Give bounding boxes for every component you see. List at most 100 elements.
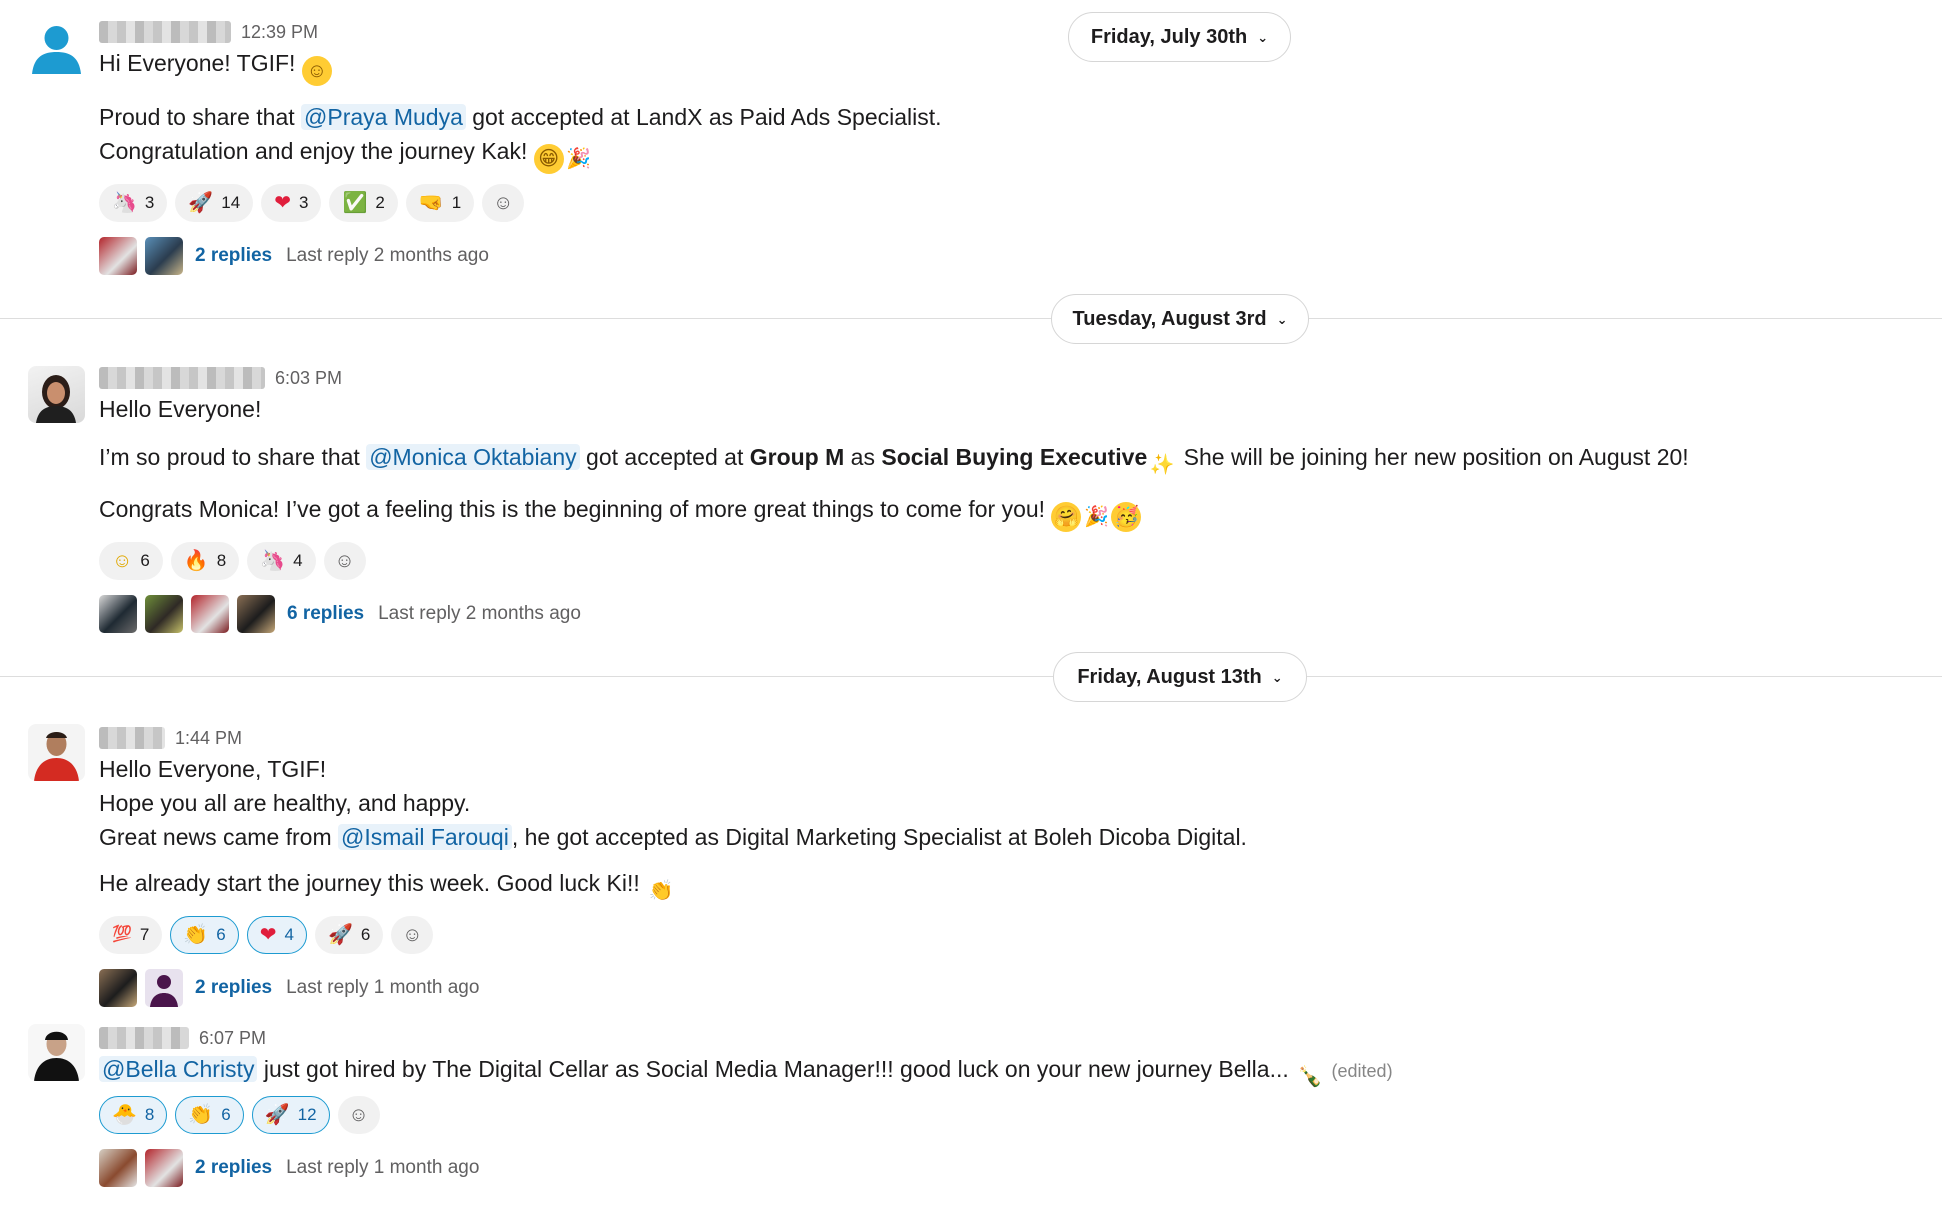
text: as [844, 444, 882, 470]
last-reply-text: Last reply 1 month ago [286, 977, 480, 998]
timestamp[interactable]: 1:44 PM [175, 728, 242, 749]
reply-avatar [145, 1149, 183, 1187]
date-label: Friday, August 13th [1077, 665, 1262, 688]
hundred-icon: 💯 [112, 926, 132, 943]
sender-name-redacted[interactable] [99, 21, 231, 43]
add-emoji-icon: ☺ [402, 923, 423, 946]
sparkles-icon: ✨ [1149, 454, 1175, 476]
message-body: 6:07 PM @Bella Christy just got hired by… [99, 1024, 1922, 1188]
user-photo-icon [34, 732, 79, 781]
reaction-rainbow-unicorn[interactable]: 🦄 4 [247, 542, 316, 580]
reaction-check-mark[interactable]: ✅ 2 [329, 184, 398, 222]
party-popper-icon: 🎉 [1084, 506, 1109, 528]
reply-avatar [145, 237, 183, 275]
text: I’m so proud to share that [99, 444, 367, 470]
avatar[interactable] [28, 724, 85, 781]
message-feed: Friday, July 30th ⌄ 12:39 PM Hi Everyone… [0, 0, 1942, 1206]
reaction-clapping-hands[interactable]: 👏 6 [170, 916, 239, 954]
reaction-hundred[interactable]: 💯 7 [99, 916, 163, 954]
reaction-count: 3 [144, 193, 155, 212]
default-user-icon [32, 26, 81, 74]
message-text: Hope you all are healthy, and happy. [99, 786, 1922, 820]
clapping-hands-icon: 👏 [648, 880, 674, 902]
last-reply-text: Last reply 2 months ago [378, 603, 581, 624]
message-text: @Bella Christy just got hired by The Dig… [99, 1052, 1922, 1092]
date-jump-button[interactable]: Friday, August 13th ⌄ [1053, 652, 1307, 702]
replies-link[interactable]: 2 replies [195, 1157, 272, 1179]
reaction-rocket[interactable]: 🚀 6 [315, 916, 384, 954]
user-photo-icon [34, 1031, 79, 1081]
timestamp[interactable]: 12:39 PM [241, 22, 318, 43]
reaction-rocket[interactable]: 🚀 12 [251, 1096, 330, 1134]
user-mention[interactable]: @Bella Christy [99, 1056, 258, 1082]
text: Hello Everyone, TGIF! [99, 756, 327, 782]
reaction-count: 3 [298, 193, 309, 212]
add-reaction-button[interactable]: ☺ [323, 542, 366, 580]
text: Hope you all are healthy, and happy. [99, 790, 471, 816]
hugging-face-icon: 🤗 [1051, 502, 1082, 532]
chevron-down-icon: ⌄ [1271, 670, 1283, 685]
partying-face-icon: 🥳 [1111, 502, 1142, 532]
user-mention[interactable]: @Praya Mudya [301, 104, 466, 130]
avatar[interactable] [28, 366, 85, 423]
sender-name-redacted[interactable] [99, 367, 265, 389]
sender-name-redacted[interactable] [99, 727, 165, 749]
thread-summary[interactable]: 2 replies Last reply 2 months ago [99, 236, 1922, 276]
last-reply-text: Last reply 2 months ago [286, 245, 489, 266]
thread-summary[interactable]: 2 replies Last reply 1 month ago [99, 1148, 1922, 1188]
reactions-bar: ☺ 6 🔥 8 🦄 4 ☺ [99, 542, 1922, 580]
replies-link[interactable]: 6 replies [287, 603, 364, 625]
text: , he got accepted as Digital Marketing S… [511, 824, 1247, 850]
message-text: He already start the journey this week. … [99, 866, 1922, 906]
date-divider [0, 676, 1942, 677]
smile-icon: ☺ [112, 550, 133, 572]
reaction-fire[interactable]: 🔥 8 [170, 542, 240, 580]
user-photo-icon [36, 375, 76, 423]
timestamp[interactable]: 6:03 PM [275, 368, 342, 389]
fist-bump-icon: 🤜 [418, 192, 444, 214]
reaction-clapping-hands[interactable]: 👏 6 [175, 1096, 244, 1134]
reaction-count: 4 [293, 551, 303, 570]
reaction-smile[interactable]: ☺ 6 [99, 542, 163, 580]
reaction-count: 6 [221, 1105, 231, 1124]
replies-link[interactable]: 2 replies [195, 977, 272, 999]
reaction-rainbow-unicorn[interactable]: 🦄 3 [99, 184, 168, 222]
message-text: Hello Everyone, TGIF! [99, 752, 1922, 786]
add-emoji-icon: ☺ [348, 1103, 369, 1126]
add-emoji-icon: ☺ [334, 549, 355, 572]
replies-link[interactable]: 2 replies [195, 245, 272, 267]
add-emoji-icon: ☺ [492, 191, 514, 214]
user-mention[interactable]: @Ismail Farouqi [338, 824, 512, 850]
reaction-hatching-chick[interactable]: 🐣 8 [99, 1096, 168, 1134]
message-header: 1:44 PM [99, 724, 1922, 752]
rainbow-unicorn-icon: 🦄 [260, 550, 286, 572]
hatching-chick-icon: 🐣 [112, 1104, 137, 1126]
avatar[interactable] [28, 18, 85, 75]
bold-text: Social Buying Executive [881, 444, 1148, 470]
timestamp[interactable]: 6:07 PM [199, 1028, 266, 1049]
add-reaction-button[interactable]: ☺ [482, 184, 525, 222]
rocket-icon: 🚀 [188, 192, 214, 214]
reaction-fist-bump[interactable]: 🤜 1 [405, 184, 475, 222]
avatar[interactable] [28, 1024, 85, 1081]
rainbow-unicorn-icon: 🦄 [112, 192, 137, 214]
sender-name-redacted[interactable] [99, 1027, 189, 1049]
thread-summary[interactable]: 2 replies Last reply 1 month ago [99, 968, 1922, 1008]
message-header: 6:07 PM [99, 1024, 1922, 1052]
date-jump-button[interactable]: Tuesday, August 3rd ⌄ [1051, 294, 1309, 344]
add-reaction-button[interactable]: ☺ [391, 916, 434, 954]
thread-summary[interactable]: 6 replies Last reply 2 months ago [99, 594, 1922, 634]
reaction-heart[interactable]: ❤ 4 [246, 916, 307, 954]
reactions-bar: 🐣 8 👏 6 🚀 12 ☺ [99, 1096, 1922, 1134]
reaction-rocket[interactable]: 🚀 14 [175, 184, 254, 222]
user-mention[interactable]: @Monica Oktabiany [366, 444, 580, 470]
message-text: Great news came from @Ismail Farouqi, he… [99, 820, 1922, 854]
default-user-icon [150, 975, 178, 1007]
text: Hi Everyone! TGIF! [99, 50, 296, 76]
reaction-heart[interactable]: ❤ 3 [261, 184, 322, 222]
reaction-count: 8 [216, 551, 227, 570]
message-text: Congratulation and enjoy the journey Kak… [99, 134, 1922, 174]
message-header: 6:03 PM [99, 364, 1922, 392]
reply-avatar [145, 969, 183, 1007]
add-reaction-button[interactable]: ☺ [337, 1096, 380, 1134]
